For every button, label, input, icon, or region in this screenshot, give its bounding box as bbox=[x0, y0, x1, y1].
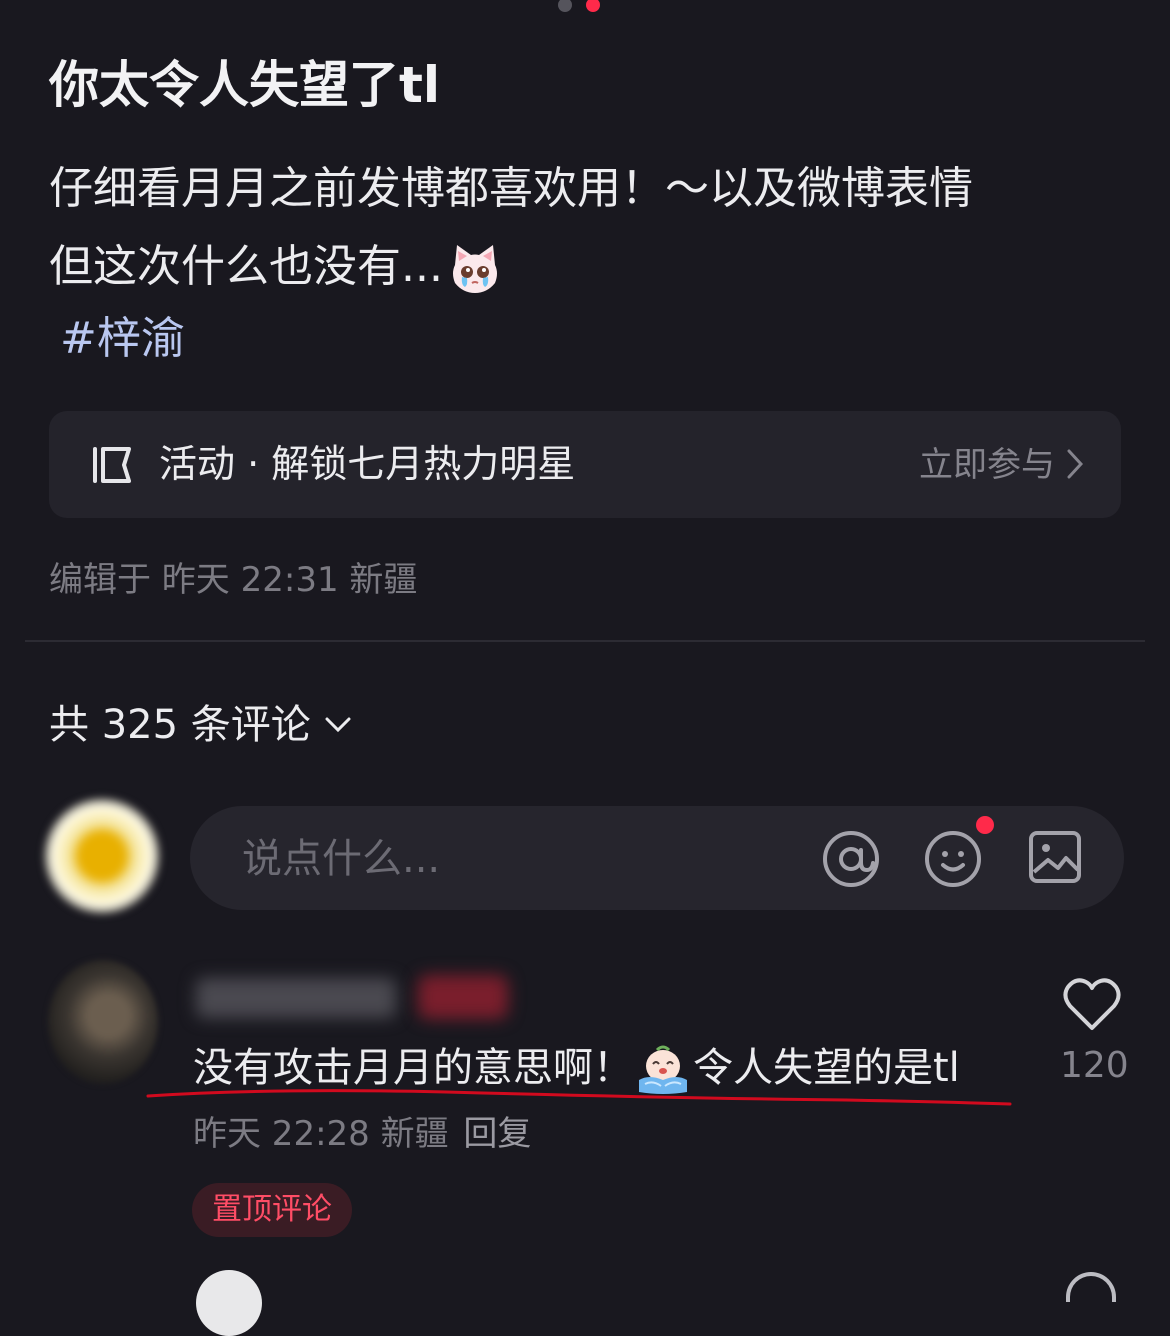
reply-button[interactable]: 回复 bbox=[463, 1114, 531, 1154]
red-underline-annotation bbox=[146, 1089, 1012, 1106]
post-body-line1: 仔细看月月之前发博都喜欢用！～以及微博表情 bbox=[49, 163, 973, 214]
edit-info: 编辑于 昨天 22:31 新疆 bbox=[49, 560, 418, 600]
activity-label: 活动 · 解锁七月热力明星 bbox=[159, 442, 576, 486]
commenter-badge-blurred bbox=[418, 975, 508, 1019]
page-indicator bbox=[558, 0, 600, 12]
comment-count-sort[interactable]: 共 325 条评论 bbox=[49, 698, 351, 752]
page-dot-active[interactable] bbox=[586, 0, 600, 12]
comment-timestamp: 昨天 22:28 新疆 bbox=[193, 1114, 449, 1154]
next-heart-icon[interactable] bbox=[1066, 1272, 1116, 1302]
join-now-link[interactable]: 立即参与 bbox=[919, 442, 1055, 488]
crying-cat-emoji-icon bbox=[452, 245, 497, 293]
chevron-right-icon bbox=[1067, 449, 1083, 479]
activity-card[interactable]: 活动 · 解锁七月热力明星 立即参与 bbox=[49, 411, 1121, 518]
post-body: 仔细看月月之前发博都喜欢用！～以及微博表情 但这次什么也没有... bbox=[49, 150, 1129, 306]
divider bbox=[25, 640, 1145, 642]
mention-icon[interactable] bbox=[822, 830, 880, 888]
chevron-down-icon bbox=[325, 717, 351, 733]
emoji-notification-dot bbox=[976, 816, 994, 834]
post-body-line2: 但这次什么也没有... bbox=[49, 241, 443, 292]
comment-input[interactable]: 说点什么... bbox=[190, 806, 1124, 910]
my-avatar[interactable] bbox=[44, 798, 160, 914]
next-commenter-avatar[interactable] bbox=[196, 1270, 262, 1336]
like-count: 120 bbox=[1060, 1045, 1129, 1086]
comment-input-placeholder: 说点什么... bbox=[242, 836, 441, 882]
activity-icon bbox=[93, 447, 131, 483]
comment-meta: 昨天 22:28 新疆 回复 bbox=[193, 1110, 531, 1158]
heart-icon[interactable] bbox=[1062, 976, 1122, 1032]
page-dot[interactable] bbox=[558, 0, 572, 12]
pinned-comment-badge: 置顶评论 bbox=[192, 1183, 352, 1237]
commenter-name-blurred[interactable] bbox=[196, 978, 396, 1018]
image-icon[interactable] bbox=[1028, 830, 1082, 884]
post-title: 你太令人失望了tl bbox=[49, 56, 441, 114]
hashtag-link[interactable]: #梓渝 bbox=[60, 306, 185, 372]
comment-count: 共 325 条评论 bbox=[49, 702, 311, 748]
commenter-avatar[interactable] bbox=[48, 960, 158, 1084]
post-body-line2-wrap: 但这次什么也没有... bbox=[49, 228, 1129, 306]
emoji-icon[interactable] bbox=[924, 830, 982, 888]
